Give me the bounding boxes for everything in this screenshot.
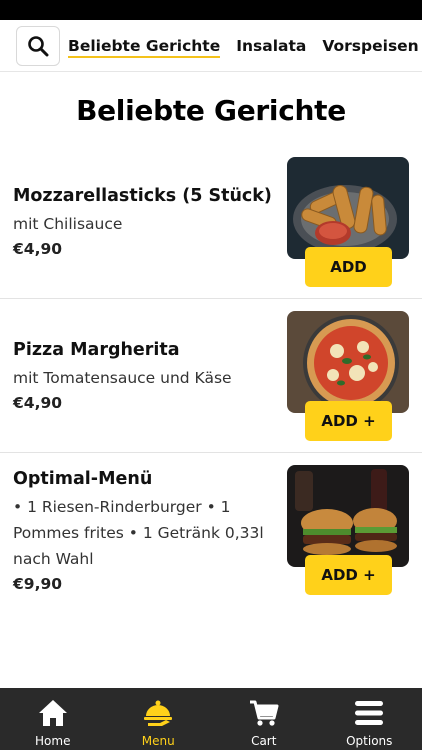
item-description: mit Tomatensauce und Käse bbox=[13, 369, 232, 387]
search-icon bbox=[28, 36, 49, 57]
item-text: Pizza Margherita mit Tomatensauce und Kä… bbox=[13, 338, 275, 415]
category-bar: Beliebte Gerichte Insalata Vorspeisen bbox=[0, 20, 422, 72]
item-name: Mozzarellasticks (5 Stück) bbox=[13, 186, 272, 206]
add-button[interactable]: ADD + bbox=[305, 555, 392, 595]
menu-cloche-icon bbox=[141, 696, 175, 730]
item-price: €4,90 bbox=[13, 240, 63, 258]
nav-home[interactable]: Home bbox=[0, 688, 106, 750]
tab-insalata[interactable]: Insalata bbox=[236, 20, 306, 71]
cart-icon bbox=[247, 696, 281, 730]
add-button[interactable]: ADD + bbox=[305, 401, 392, 441]
item-name: Pizza Margherita bbox=[13, 340, 180, 360]
mozzarella-sticks-image bbox=[287, 157, 409, 259]
menu-item[interactable]: Optimal-Menü • 1 Riesen-Rinderburger • 1… bbox=[0, 453, 422, 633]
item-description: • 1 Riesen-Rinderburger • 1 Pommes frite… bbox=[13, 498, 264, 568]
tab-beliebte-gerichte[interactable]: Beliebte Gerichte bbox=[68, 20, 221, 71]
nav-label: Home bbox=[35, 734, 71, 748]
menu-item[interactable]: Mozzarellasticks (5 Stück) mit Chilisauc… bbox=[0, 145, 422, 299]
nav-menu[interactable]: Menu bbox=[106, 688, 212, 750]
item-name: Optimal-Menü bbox=[13, 469, 153, 489]
nav-label: Options bbox=[346, 734, 393, 748]
item-description: mit Chilisauce bbox=[13, 215, 123, 233]
item-text: Optimal-Menü • 1 Riesen-Rinderburger • 1… bbox=[13, 467, 275, 596]
tab-vorspeisen[interactable]: Vorspeisen bbox=[322, 20, 418, 71]
add-button[interactable]: ADD bbox=[305, 247, 392, 287]
burger-image bbox=[287, 465, 409, 567]
nav-label: Cart bbox=[251, 734, 277, 748]
search-button[interactable] bbox=[16, 26, 60, 66]
pizza-image bbox=[287, 311, 409, 413]
options-icon bbox=[352, 696, 386, 730]
home-icon bbox=[36, 696, 70, 730]
nav-label: Menu bbox=[141, 734, 175, 748]
item-price: €9,90 bbox=[13, 575, 63, 593]
bottom-nav: Home Menu Cart Options bbox=[0, 688, 422, 750]
item-text: Mozzarellasticks (5 Stück) mit Chilisauc… bbox=[13, 184, 275, 261]
menu-item[interactable]: Pizza Margherita mit Tomatensauce und Kä… bbox=[0, 299, 422, 453]
item-price: €4,90 bbox=[13, 394, 63, 412]
section-title: Beliebte Gerichte bbox=[76, 94, 346, 127]
nav-cart[interactable]: Cart bbox=[211, 688, 317, 750]
status-bar bbox=[0, 0, 422, 20]
nav-options[interactable]: Options bbox=[317, 688, 422, 750]
category-tabs: Beliebte Gerichte Insalata Vorspeisen bbox=[68, 20, 422, 71]
